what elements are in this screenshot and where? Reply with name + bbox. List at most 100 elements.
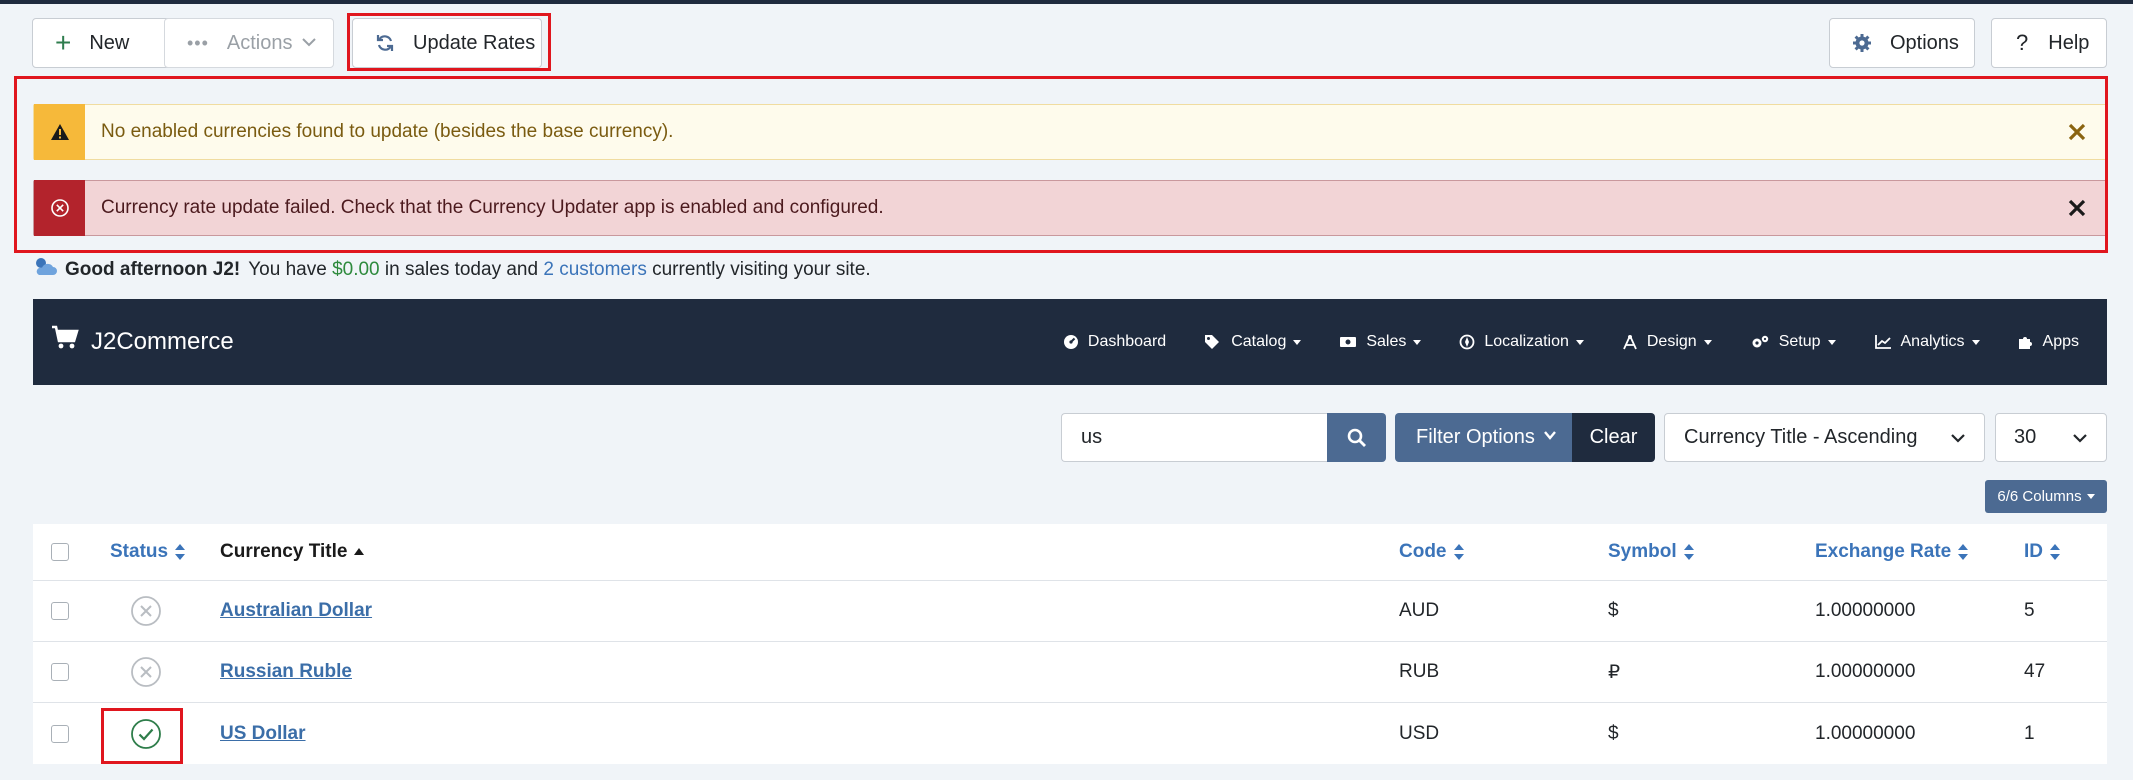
row-checkbox[interactable] xyxy=(51,602,69,620)
code-header-label: Code xyxy=(1399,541,1447,562)
nav-label: Apps xyxy=(2042,333,2079,350)
row-checkbox[interactable] xyxy=(51,663,69,681)
question-icon: ? xyxy=(2016,30,2029,55)
chevron-down-icon xyxy=(1948,428,1968,454)
title-header[interactable]: Currency Title xyxy=(220,524,365,580)
highlight-status xyxy=(101,708,183,764)
chevron-down-icon xyxy=(299,32,319,58)
row-checkbox-cell xyxy=(51,703,69,764)
nav-apps[interactable]: Apps xyxy=(2018,333,2079,351)
chevron-down-icon xyxy=(1542,426,1558,449)
main-navbar: J2Commerce Dashboard Catalog Sales Local… xyxy=(33,299,2107,385)
unpublished-icon[interactable] xyxy=(130,595,162,627)
table-row: Russian Ruble RUB ₽ 1.00000000 47 xyxy=(33,642,2107,703)
currency-title-link[interactable]: Russian Ruble xyxy=(220,661,352,683)
options-button-label: Options xyxy=(1890,31,1959,54)
sort-icon xyxy=(1453,543,1465,561)
row-checkbox[interactable] xyxy=(51,724,69,743)
nav-design[interactable]: Design xyxy=(1622,333,1712,351)
help-button-label: Help xyxy=(2048,31,2090,54)
currency-table: Status Currency Title Code Symbol Exchan… xyxy=(33,524,2107,764)
brand[interactable]: J2Commerce xyxy=(51,325,234,358)
symbol-header-label: Symbol xyxy=(1608,541,1677,562)
table-row: US Dollar USD $ 1.00000000 1 xyxy=(33,703,2107,764)
nav-analytics[interactable]: Analytics xyxy=(1874,333,1980,351)
rate-header-label: Exchange Rate xyxy=(1815,541,1952,562)
nav-localization[interactable]: Localization xyxy=(1459,333,1584,351)
actions-button[interactable]: ••• Actions xyxy=(164,18,334,68)
id-header[interactable]: ID xyxy=(2024,524,2061,580)
row-checkbox-cell xyxy=(51,642,69,702)
filter-options-button[interactable]: Filter Options xyxy=(1395,413,1572,462)
nav-label: Sales xyxy=(1366,333,1407,350)
title-header-label: Currency Title xyxy=(220,541,348,562)
nav-sales[interactable]: Sales xyxy=(1339,333,1422,351)
code-cell: AUD xyxy=(1399,600,1440,621)
greeting-you-have: You have xyxy=(248,259,327,280)
symbol-cell: ₽ xyxy=(1608,661,1621,683)
rate-cell: 1.00000000 xyxy=(1815,722,1916,744)
title-cell: Russian Ruble xyxy=(220,642,352,702)
chart-line-icon xyxy=(1874,334,1892,350)
gears-icon xyxy=(1750,334,1770,350)
chevron-down-icon xyxy=(2070,428,2090,454)
unpublished-icon[interactable] xyxy=(130,656,162,688)
highlight-alerts xyxy=(14,76,2108,253)
limit-value: 30 xyxy=(2014,426,2037,448)
currency-title-link[interactable]: Australian Dollar xyxy=(220,600,372,622)
caret-down-icon xyxy=(1703,339,1712,345)
title-cell: US Dollar xyxy=(220,703,306,764)
dashboard-icon xyxy=(1063,334,1079,350)
select-all-checkbox[interactable] xyxy=(51,543,69,561)
filter-options-label: Filter Options xyxy=(1416,426,1535,448)
id-cell: 5 xyxy=(2024,600,2035,621)
sort-asc-icon xyxy=(353,547,365,557)
code-header[interactable]: Code xyxy=(1399,524,1465,580)
status-header[interactable]: Status xyxy=(110,524,186,580)
money-icon xyxy=(1339,335,1357,349)
symbol-header[interactable]: Symbol xyxy=(1608,524,1695,580)
nav-dashboard[interactable]: Dashboard xyxy=(1063,333,1166,351)
nav-label: Setup xyxy=(1778,333,1821,350)
search-button[interactable] xyxy=(1327,413,1386,462)
nav-label: Dashboard xyxy=(1087,333,1167,350)
caret-down-icon xyxy=(1293,339,1302,345)
id-header-label: ID xyxy=(2024,541,2043,562)
cart-icon xyxy=(51,325,79,358)
compass-drafting-icon xyxy=(1622,334,1638,350)
caret-down-icon xyxy=(1971,339,1980,345)
ellipsis-icon: ••• xyxy=(187,32,209,53)
rate-cell: 1.00000000 xyxy=(1815,600,1916,621)
id-cell: 1 xyxy=(2024,722,2035,744)
nav-setup[interactable]: Setup xyxy=(1750,333,1836,351)
sort-icon xyxy=(2049,543,2061,561)
search-input[interactable]: us xyxy=(1061,413,1327,462)
ordering-select[interactable]: Currency Title - Ascending xyxy=(1664,413,1985,462)
nav-label: Catalog xyxy=(1231,333,1287,350)
nav-catalog[interactable]: Catalog xyxy=(1204,333,1302,351)
highlight-update-rates xyxy=(347,13,551,71)
help-button[interactable]: ? Help xyxy=(1991,18,2107,68)
id-cell: 47 xyxy=(2024,661,2046,682)
caret-down-icon xyxy=(1575,339,1584,345)
puzzle-icon xyxy=(2018,334,2034,350)
code-cell: RUB xyxy=(1399,661,1440,682)
greeting-text: Good afternoon J2! xyxy=(65,259,241,280)
actions-button-label: Actions xyxy=(226,31,293,54)
greeting-bar: Good afternoon J2! You have $0.00 in sal… xyxy=(33,256,871,284)
currency-title-link[interactable]: US Dollar xyxy=(220,723,306,745)
options-button[interactable]: Options xyxy=(1829,18,1975,68)
row-checkbox-cell xyxy=(51,581,69,641)
customers-link[interactable]: 2 customers xyxy=(543,259,646,281)
tags-icon xyxy=(1204,334,1222,350)
greeting-mid: in sales today and xyxy=(384,259,539,280)
gear-icon xyxy=(1852,33,1872,53)
columns-button[interactable]: 6/6 Columns xyxy=(1985,480,2107,513)
status-cell xyxy=(130,642,162,702)
new-button-label: New xyxy=(89,31,130,54)
nav-label: Analytics xyxy=(1900,333,1965,350)
rate-header[interactable]: Exchange Rate xyxy=(1815,524,1969,580)
plus-icon: + xyxy=(55,27,72,58)
clear-button[interactable]: Clear xyxy=(1572,413,1655,462)
limit-select[interactable]: 30 xyxy=(1995,413,2107,462)
